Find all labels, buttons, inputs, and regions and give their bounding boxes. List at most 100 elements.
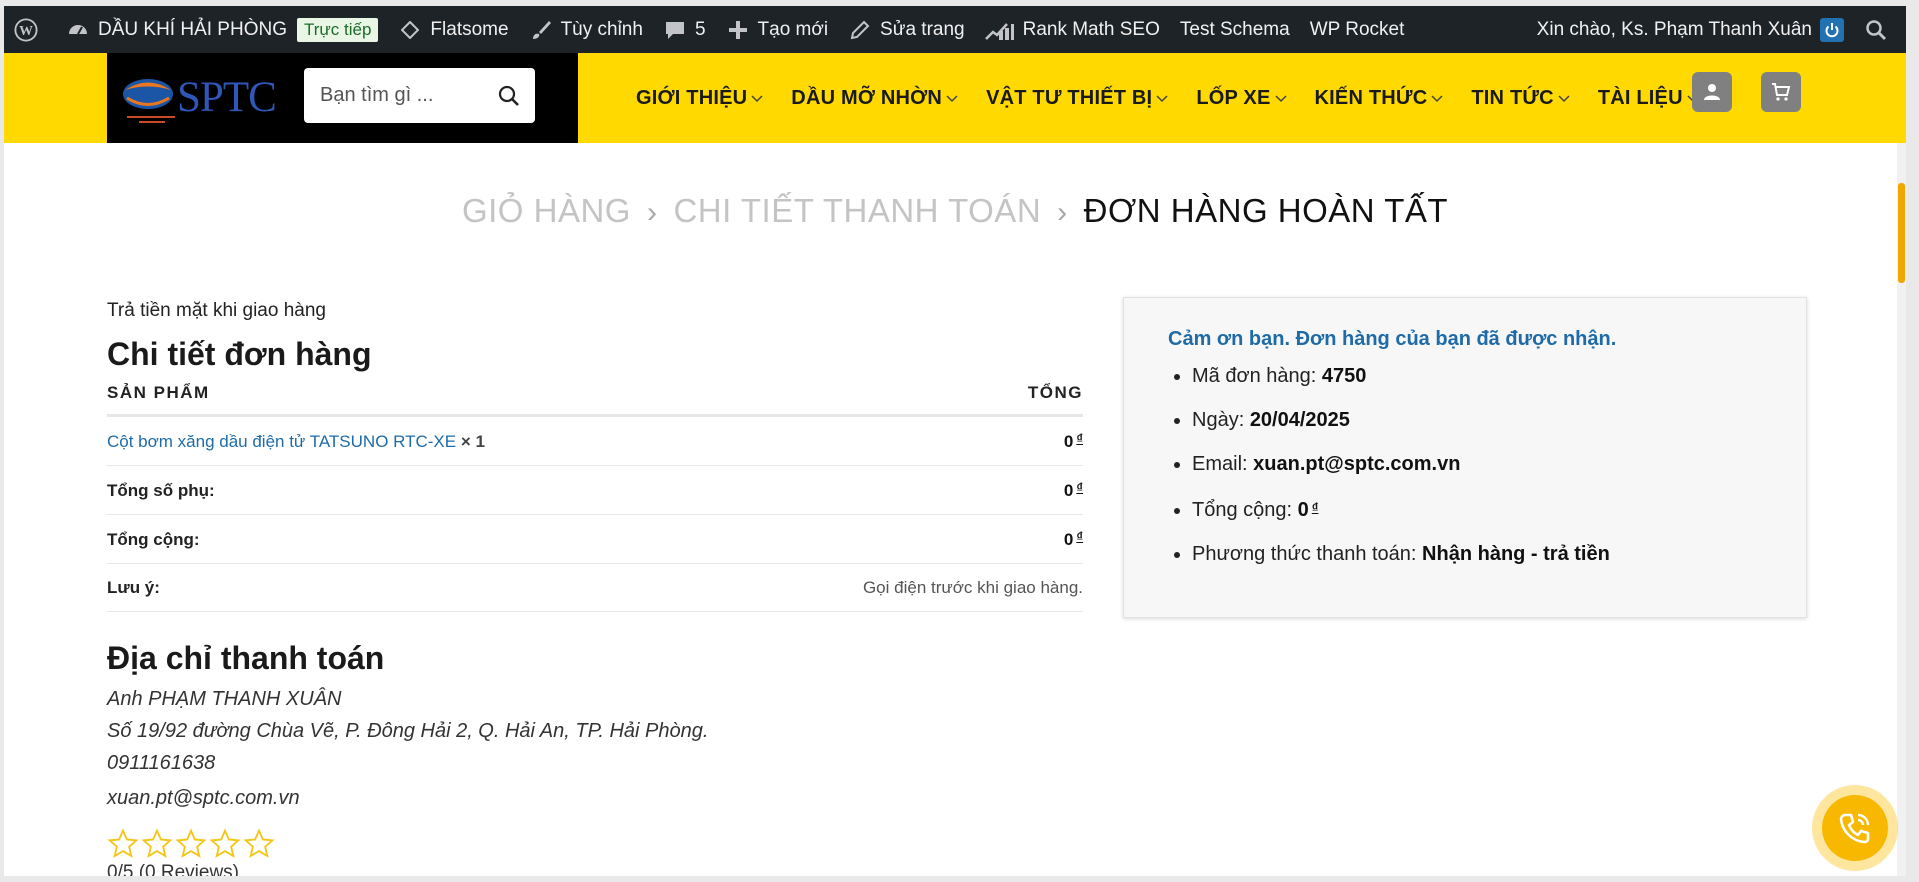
nav-label: GIỚI THIỆU xyxy=(636,86,748,109)
comments-menu[interactable]: 5 xyxy=(653,6,716,53)
star-icon[interactable] xyxy=(107,828,139,860)
flatsome-label: Flatsome xyxy=(430,18,509,40)
total-value: 0 ₫ xyxy=(723,514,1083,564)
account-menu[interactable]: Xin chào, Ks. Phạm Thanh Xuân xyxy=(1527,6,1854,53)
plus-icon xyxy=(726,18,750,42)
table-row: Tổng số phụ: 0 ₫ xyxy=(107,465,1083,515)
edit-page-label: Sửa trang xyxy=(880,18,965,40)
nav-gioi-thieu[interactable]: GIỚI THIỆU xyxy=(636,87,764,110)
account-button[interactable] xyxy=(1692,72,1732,112)
nav-tin-tuc[interactable]: TIN TỨC xyxy=(1471,87,1570,110)
note-value: Gọi điện trước khi giao hàng. xyxy=(723,563,1083,612)
site-name-menu[interactable]: DẦU KHÍ HẢI PHÒNG Trực tiếp xyxy=(56,6,388,53)
site-name: DẦU KHÍ HẢI PHÒNG xyxy=(98,18,287,40)
search-input[interactable] xyxy=(320,84,490,107)
main-navigation: GIỚI THIỆU DẦU MỠ NHỜN VẬT TƯ THIẾT BỊ L… xyxy=(636,53,1727,143)
nav-lop-xe[interactable]: LỐP XE xyxy=(1196,87,1287,110)
search-box xyxy=(304,68,535,123)
order-date: 20/04/2025 xyxy=(1249,409,1350,431)
site-logo[interactable]: SPTC xyxy=(121,65,291,129)
nav-label: TÀI LIỆU xyxy=(1597,86,1683,109)
nav-label: TIN TỨC xyxy=(1471,86,1554,109)
product-link[interactable]: Cột bơm xăng dầu điện tử TATSUNO RTC-XE xyxy=(107,432,456,451)
billing-phone: 0911161638 xyxy=(107,752,216,774)
rank-math-menu[interactable]: Rank Math SEO xyxy=(975,6,1170,53)
date-label: Ngày: xyxy=(1192,409,1245,431)
nav-tai-lieu[interactable]: TÀI LIỆU xyxy=(1598,87,1700,110)
list-item-order-number: Mã đơn hàng: 4750 xyxy=(1192,361,1806,391)
checkout-breadcrumb: GIỎ HÀNG › CHI TIẾT THANH TOÁN › ĐƠN HÀNG HO… xyxy=(4,192,1906,230)
nav-label: KIẾN THỨC xyxy=(1314,86,1428,109)
site-header: SPTC GIỚI THIỆU DẦU MỠ NHỜN VẬT TƯ THIẾT… xyxy=(4,53,1906,143)
wp-rocket-label: WP Rocket xyxy=(1309,18,1405,40)
star-icon[interactable] xyxy=(243,828,275,860)
breadcrumb-checkout[interactable]: CHI TIẾT THANH TOÁN xyxy=(673,192,1041,229)
subtotal-value: 0 ₫ xyxy=(723,465,1083,515)
admin-bar: W DẦU KHÍ HẢI PHÒNG Trực tiếp Flatsome T… xyxy=(4,6,1906,53)
order-details-title: Chi tiết đơn hàng xyxy=(107,336,372,372)
table-row: Cột bơm xăng dầu điện tử TATSUNO RTC-XE … xyxy=(107,415,1083,466)
nav-kien-thuc[interactable]: KIẾN THỨC xyxy=(1315,87,1445,110)
table-row: Tổng cộng: 0 ₫ xyxy=(107,514,1083,564)
subtotal-label: Tổng số phụ: xyxy=(107,465,724,515)
new-label: Tạo mới xyxy=(757,18,829,40)
amount: 0 xyxy=(1063,530,1074,549)
customize-menu[interactable]: Tùy chỉnh xyxy=(519,6,653,53)
nav-dau-mo-nhon[interactable]: DẦU MỠ NHỜN xyxy=(791,87,959,110)
chevron-down-icon xyxy=(1275,95,1287,103)
chevron-down-icon xyxy=(1431,95,1443,103)
phone-icon xyxy=(1839,813,1870,844)
browser-viewport: W DẦU KHÍ HẢI PHÒNG Trực tiếp Flatsome T… xyxy=(4,6,1906,876)
svg-text:W: W xyxy=(19,23,33,38)
nav-label: DẦU MỠ NHỜN xyxy=(791,86,943,109)
search-icon[interactable] xyxy=(497,84,521,108)
col-total: TỔNG xyxy=(723,383,1083,417)
cart-icon xyxy=(1772,83,1791,101)
billing-name: Anh PHẠM THANH XUÂN xyxy=(107,688,342,710)
search-icon xyxy=(1864,18,1888,42)
user-icon xyxy=(1704,84,1720,100)
order-overview-list: Mã đơn hàng: 4750 Ngày: 20/04/2025 Email… xyxy=(1168,361,1806,569)
order-received-box: Cảm ơn bạn. Đơn hàng của bạn đã được nhậ… xyxy=(1123,297,1807,618)
star-icon[interactable] xyxy=(175,828,207,860)
admin-search-button[interactable] xyxy=(1854,6,1906,53)
nav-vat-tu-thiet-bi[interactable]: VẬT TƯ THIẾT BỊ xyxy=(986,87,1169,110)
edit-page-menu[interactable]: Sửa trang xyxy=(838,6,975,53)
note-label: Lưu ý: xyxy=(107,563,724,612)
test-schema-menu[interactable]: Test Schema xyxy=(1170,6,1300,53)
scrollbar-thumb[interactable] xyxy=(1898,183,1905,283)
email-label: Email: xyxy=(1192,453,1248,475)
flatsome-menu[interactable]: Flatsome xyxy=(388,6,518,53)
comments-count: 5 xyxy=(694,18,706,40)
order-number: 4750 xyxy=(1321,365,1367,387)
call-button[interactable] xyxy=(1812,785,1898,871)
payment-method: Nhận hàng - trả tiền xyxy=(1422,543,1610,565)
chevron-down-icon xyxy=(1156,95,1168,103)
call-button-inner xyxy=(1822,795,1888,861)
star-icon[interactable] xyxy=(141,828,173,860)
table-row: Lưu ý: Gọi điện trước khi giao hàng. xyxy=(107,563,1083,612)
new-content-menu[interactable]: Tạo mới xyxy=(716,6,839,53)
chevron-down-icon xyxy=(946,95,958,103)
order-number-label: Mã đơn hàng: xyxy=(1192,365,1317,387)
amount: 0 xyxy=(1063,432,1074,451)
chevron-down-icon xyxy=(751,95,763,103)
cart-button[interactable] xyxy=(1761,72,1801,112)
billing-email: xuan.pt@sptc.com.vn xyxy=(107,787,300,809)
rank-math-label: Rank Math SEO xyxy=(1022,18,1160,40)
breadcrumb-cart[interactable]: GIỎ HÀNG xyxy=(462,192,631,229)
order-email: xuan.pt@sptc.com.vn xyxy=(1253,453,1461,475)
comment-icon xyxy=(663,18,687,42)
star-rating[interactable] xyxy=(107,828,1083,860)
vertical-scrollbar[interactable] xyxy=(1897,143,1906,876)
logo-text: SPTC xyxy=(177,74,276,121)
greeting: Xin chào, Ks. Phạm Thanh Xuân xyxy=(1536,18,1812,40)
breadcrumb-separator: › xyxy=(1057,196,1068,229)
wordpress-menu[interactable]: W xyxy=(4,6,56,53)
payment-label: Phương thức thanh toán: xyxy=(1192,543,1417,565)
wp-rocket-menu[interactable]: WP Rocket xyxy=(1300,6,1415,53)
total-label: Tổng cộng: xyxy=(107,514,724,564)
star-icon[interactable] xyxy=(209,828,241,860)
payment-method-text: Trả tiền mặt khi giao hàng xyxy=(107,300,326,321)
list-item-email: Email: xuan.pt@sptc.com.vn xyxy=(1192,449,1806,479)
